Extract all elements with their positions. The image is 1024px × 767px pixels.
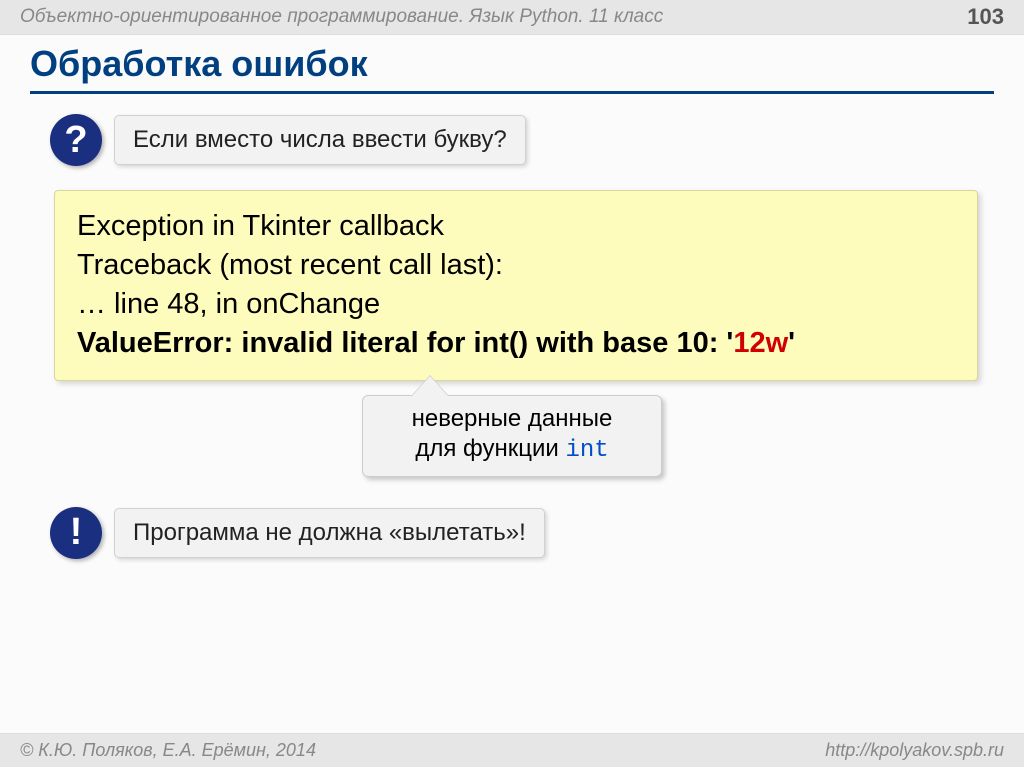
traceback-box: Exception in Tkinter callback Traceback … bbox=[54, 190, 978, 381]
warning-row: ! Программа не должна «вылетать»! bbox=[50, 507, 994, 559]
slide-number: 103 bbox=[967, 4, 1004, 30]
warning-text: Программа не должна «вылетать»! bbox=[114, 508, 545, 558]
header-subject: Объектно-ориентированное программировани… bbox=[20, 6, 663, 28]
footer-authors: © К.Ю. Поляков, Е.А. Ерёмин, 2014 bbox=[20, 740, 316, 761]
question-row: ? Если вместо числа ввести букву? bbox=[50, 114, 994, 166]
tip-wrap: неверные данные для функции int bbox=[362, 375, 662, 477]
exclamation-icon: ! bbox=[50, 507, 102, 559]
slide-header: Объектно-ориентированное программировани… bbox=[0, 0, 1024, 35]
tip-pointer-icon bbox=[412, 376, 448, 396]
page-title: Обработка ошибок bbox=[30, 43, 994, 94]
tip-line-2: для функции int bbox=[383, 434, 641, 466]
traceback-error: ValueError: invalid literal for int() wi… bbox=[77, 324, 955, 363]
tip-box: неверные данные для функции int bbox=[362, 395, 662, 477]
slide-footer: © К.Ю. Поляков, Е.А. Ерёмин, 2014 http:/… bbox=[0, 733, 1024, 767]
traceback-line-2: Traceback (most recent call last): bbox=[77, 246, 955, 285]
tip-line-1: неверные данные bbox=[383, 404, 641, 434]
footer-url: http://kpolyakov.spb.ru bbox=[825, 740, 1004, 761]
traceback-line-1: Exception in Tkinter callback bbox=[77, 207, 955, 246]
question-icon: ? bbox=[50, 114, 102, 166]
question-text: Если вместо числа ввести букву? bbox=[114, 115, 526, 165]
slide-content: Обработка ошибок ? Если вместо числа вве… bbox=[0, 35, 1024, 559]
traceback-line-3: … line 48, in onChange bbox=[77, 285, 955, 324]
